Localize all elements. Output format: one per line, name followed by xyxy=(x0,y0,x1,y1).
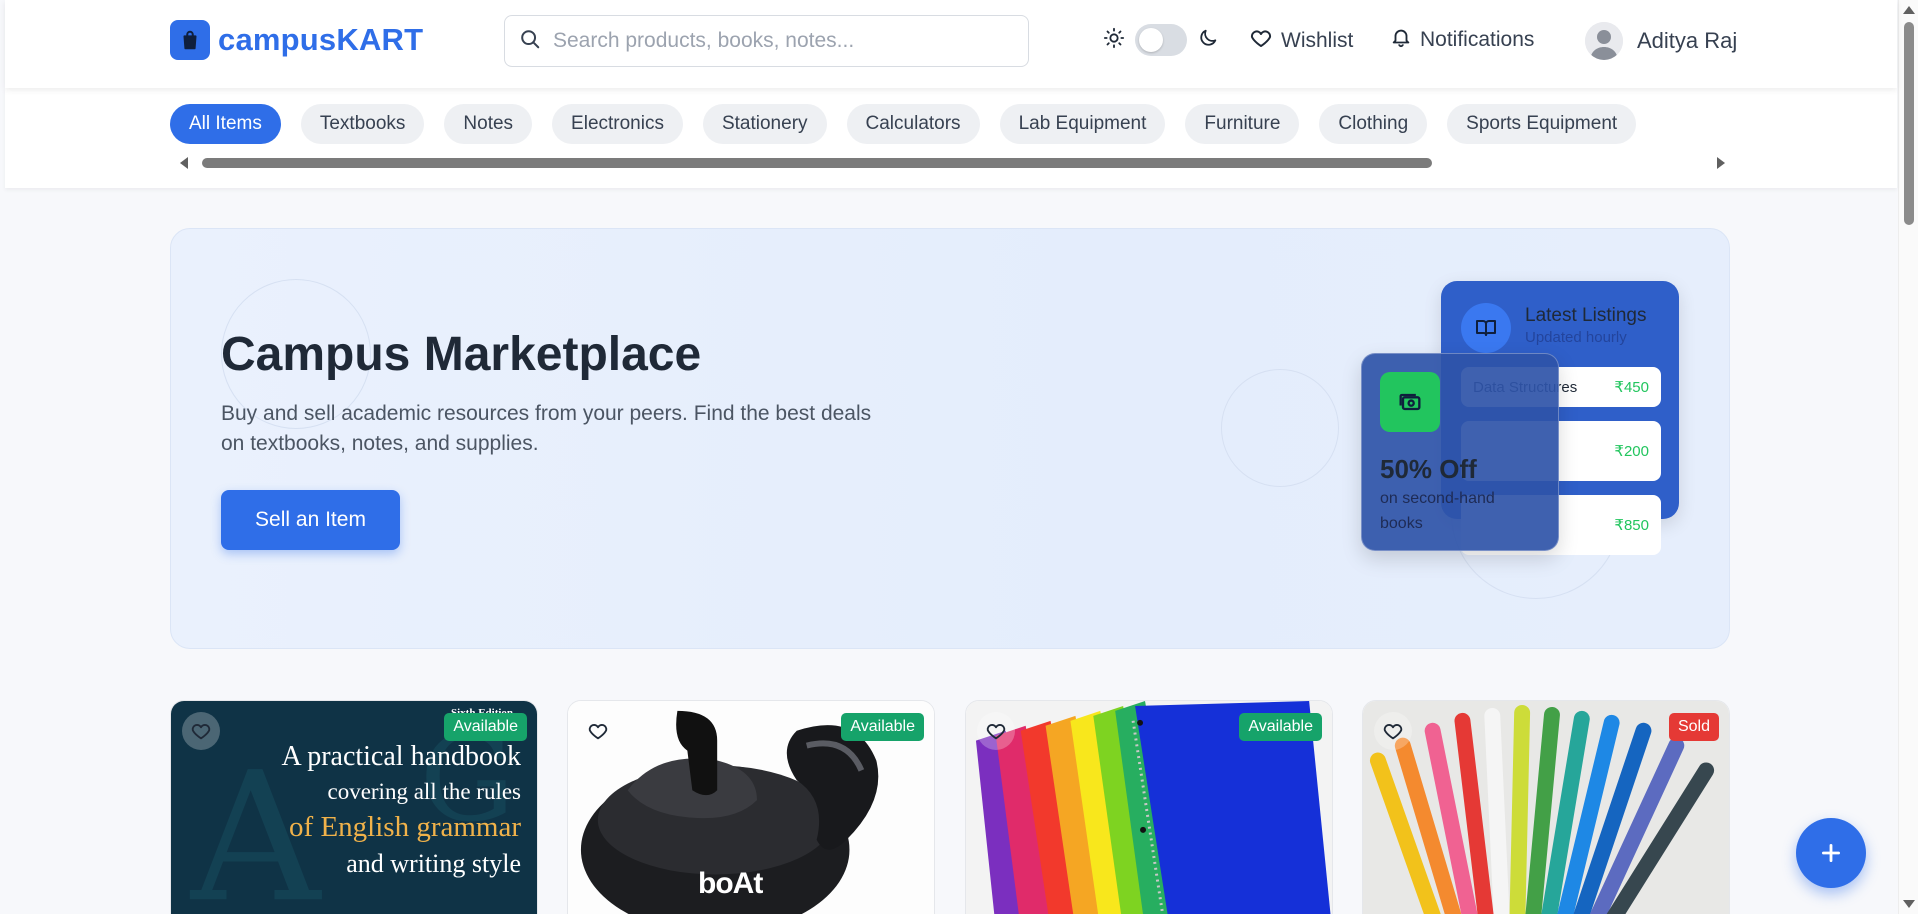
user-name: Aditya Raj xyxy=(1637,28,1738,53)
hero-banner: Campus Marketplace Buy and sell academic… xyxy=(170,228,1730,649)
add-listing-button[interactable] xyxy=(1796,818,1866,888)
category-chip-stationery[interactable]: Stationery xyxy=(702,104,827,144)
category-chip-lab-equipment[interactable]: Lab Equipment xyxy=(999,104,1166,144)
scrollbar-thumb[interactable] xyxy=(202,158,1432,168)
top-header: campusKART Wishlist Notifications Aditya xyxy=(5,0,1897,88)
notifications-label: Notifications xyxy=(1420,28,1535,51)
status-badge: Sold xyxy=(1668,713,1719,741)
sell-item-button[interactable]: Sell an Item xyxy=(221,490,400,550)
scroll-right-icon[interactable] xyxy=(1717,157,1725,169)
category-chip-calculators[interactable]: Calculators xyxy=(846,104,980,144)
category-chips: All Items Textbooks Notes Electronics St… xyxy=(170,104,1656,144)
search-box xyxy=(504,15,1029,67)
theme-switcher xyxy=(1103,24,1219,56)
category-scrollbar[interactable] xyxy=(180,155,1725,171)
status-badge: Available xyxy=(444,713,527,741)
wishlist-link[interactable]: Wishlist xyxy=(1249,26,1353,56)
cover-line: A practical handbook xyxy=(281,741,521,772)
category-chip-notes[interactable]: Notes xyxy=(444,104,533,144)
logo[interactable]: campusKART xyxy=(170,20,423,60)
moon-icon[interactable] xyxy=(1197,27,1219,54)
product-card[interactable]: A G Sixth Edition A practical handbook c… xyxy=(170,700,538,914)
listing-price: ₹450 xyxy=(1614,379,1649,396)
product-card[interactable]: Sold xyxy=(1362,700,1730,914)
wishlist-label: Wishlist xyxy=(1281,29,1354,52)
cover-line: of English grammar xyxy=(289,811,521,843)
logo-prefix: campus xyxy=(218,22,337,57)
heart-icon xyxy=(1249,26,1273,56)
scroll-up-icon[interactable] xyxy=(1903,6,1915,14)
search-input[interactable] xyxy=(553,29,1013,53)
latest-listings-subtitle: Updated hourly xyxy=(1525,329,1627,346)
latest-listings-title: Latest Listings xyxy=(1525,305,1647,326)
category-chip-electronics[interactable]: Electronics xyxy=(552,104,683,144)
offer-headline: 50% Off xyxy=(1380,454,1477,484)
theme-toggle[interactable] xyxy=(1135,24,1187,56)
category-chip-furniture[interactable]: Furniture xyxy=(1185,104,1300,144)
page-scrollbar[interactable] xyxy=(1898,0,1918,914)
earbuds-brand: boAt xyxy=(698,867,763,900)
user-menu[interactable]: Aditya Raj xyxy=(1585,22,1737,60)
scroll-left-icon[interactable] xyxy=(180,157,188,169)
hero-subtitle: Buy and sell academic resources from you… xyxy=(221,402,872,455)
listing-price: ₹200 xyxy=(1614,443,1649,460)
shopping-bag-icon xyxy=(170,20,210,60)
heart-icon xyxy=(588,724,608,740)
category-chip-textbooks[interactable]: Textbooks xyxy=(300,104,425,144)
decorative-circle xyxy=(1221,369,1339,487)
heart-icon xyxy=(986,724,1006,740)
hero-title: Campus Marketplace xyxy=(221,328,702,381)
page-scrollbar-thumb[interactable] xyxy=(1904,22,1914,225)
wishlist-heart-button[interactable] xyxy=(977,712,1015,750)
listing-price: ₹850 xyxy=(1614,517,1649,534)
plus-icon xyxy=(1822,844,1840,862)
search-icon xyxy=(519,28,541,55)
logo-text: campusKART xyxy=(218,22,423,58)
offer-text: on second-hand books xyxy=(1380,490,1495,532)
wishlist-heart-button[interactable] xyxy=(579,712,617,750)
scroll-down-icon[interactable] xyxy=(1903,900,1915,908)
logo-suffix: KART xyxy=(336,22,424,57)
sun-icon[interactable] xyxy=(1103,27,1125,54)
wishlist-heart-button[interactable] xyxy=(1374,712,1412,750)
cover-line: and writing style xyxy=(346,849,521,878)
cover-line: covering all the rules xyxy=(327,779,521,804)
product-card[interactable]: boAt Available xyxy=(567,700,935,914)
avatar xyxy=(1585,22,1623,60)
status-badge: Available xyxy=(841,713,924,741)
status-badge: Available xyxy=(1239,713,1322,741)
money-icon xyxy=(1380,372,1440,432)
discount-offer-card[interactable]: 50% Off on second-hand books xyxy=(1361,353,1559,551)
heart-icon xyxy=(191,724,211,740)
notifications-link[interactable]: Notifications xyxy=(1390,26,1534,54)
category-chip-clothing[interactable]: Clothing xyxy=(1319,104,1428,144)
category-chip-all-items[interactable]: All Items xyxy=(170,104,281,144)
category-bar: All Items Textbooks Notes Electronics St… xyxy=(5,88,1897,188)
heart-icon xyxy=(1383,724,1403,740)
category-chip-sports-equipment[interactable]: Sports Equipment xyxy=(1447,104,1637,144)
wishlist-heart-button[interactable] xyxy=(182,712,220,750)
bell-icon xyxy=(1390,26,1412,54)
product-card[interactable]: Available xyxy=(965,700,1333,914)
book-icon xyxy=(1461,303,1511,353)
